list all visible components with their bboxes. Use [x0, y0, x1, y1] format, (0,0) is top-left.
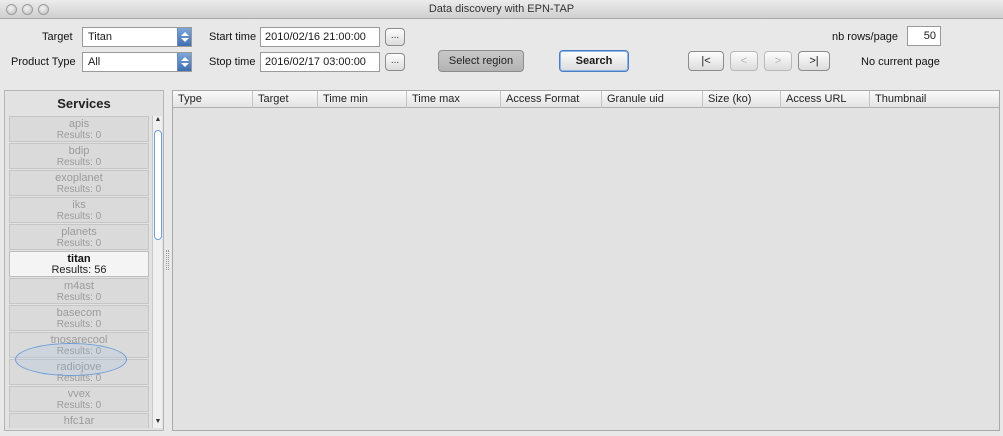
- selection-highlight: [15, 343, 127, 376]
- window-title: Data discovery with EPN-TAP: [428, 3, 575, 15]
- column-header-time-max[interactable]: Time max: [407, 91, 501, 108]
- service-name: basecom: [56, 307, 102, 319]
- services-header: Services: [57, 96, 111, 111]
- select-region-button[interactable]: Select region: [438, 50, 524, 72]
- product-type-select-value: All: [88, 56, 101, 68]
- service-item-exoplanet[interactable]: exoplanet Results: 0: [9, 170, 149, 196]
- service-results: Results: 0: [56, 319, 102, 330]
- scrollbar-thumb[interactable]: [154, 130, 162, 240]
- service-name: apis: [68, 118, 90, 130]
- service-item-apis[interactable]: apis Results: 0: [9, 116, 149, 142]
- next-page-button[interactable]: >: [764, 51, 792, 71]
- column-header-type[interactable]: Type: [173, 91, 253, 108]
- page-status: No current page: [861, 56, 940, 68]
- service-results: Results: 0: [56, 211, 102, 222]
- stop-time-field[interactable]: 2016/02/17 03:00:00: [260, 52, 380, 72]
- service-item-m4ast[interactable]: m4ast Results: 0: [9, 278, 149, 304]
- column-header-size[interactable]: Size (ko): [703, 91, 781, 108]
- service-name: m4ast: [64, 280, 94, 292]
- services-list: apis Results: 0 bdip Results: 0 exoplanet R…: [9, 116, 149, 428]
- scroll-down-icon[interactable]: ▼: [153, 418, 163, 428]
- product-type-label: Product Type: [11, 56, 76, 68]
- scroll-up-icon[interactable]: ▲: [153, 116, 163, 126]
- window-titlebar: Data discovery with EPN-TAP: [0, 0, 1003, 19]
- query-toolbar: Target Titan Product Type All Start time…: [0, 19, 1003, 83]
- target-select[interactable]: Titan: [82, 27, 192, 47]
- last-page-button[interactable]: >|: [798, 51, 830, 71]
- column-header-time-min[interactable]: Time min: [318, 91, 407, 108]
- service-results: Results: 0: [56, 130, 102, 141]
- service-item-hfc1ar[interactable]: hfc1ar: [9, 413, 149, 428]
- stop-time-picker-button[interactable]: ...: [385, 53, 405, 71]
- service-results: Results: 0: [56, 400, 102, 411]
- target-select-value: Titan: [88, 31, 113, 43]
- services-panel: Services apis Results: 0 bdip Results: 0 e…: [4, 90, 164, 431]
- service-results: Results: 0: [56, 238, 102, 249]
- service-name: vvex: [67, 388, 91, 400]
- table-header: Type Target Time min Time max Access For…: [173, 91, 999, 108]
- service-results: Results: 0: [56, 292, 102, 303]
- column-header-access-url[interactable]: Access URL: [781, 91, 870, 108]
- start-time-field[interactable]: 2010/02/16 21:00:00: [260, 27, 380, 47]
- chevron-updown-icon[interactable]: [177, 53, 191, 71]
- service-item-basecom[interactable]: basecom Results: 0: [9, 305, 149, 331]
- stop-time-label: Stop time: [209, 56, 256, 68]
- start-time-label: Start time: [209, 31, 257, 43]
- services-scrollbar[interactable]: ▲ ▼: [152, 116, 162, 428]
- target-label: Target: [42, 31, 73, 43]
- column-header-granule-uid[interactable]: Granule uid: [602, 91, 703, 108]
- column-header-target[interactable]: Target: [253, 91, 318, 108]
- service-item-vvex[interactable]: vvex Results: 0: [9, 386, 149, 412]
- first-page-button[interactable]: |<: [688, 51, 724, 71]
- prev-page-button[interactable]: <: [730, 51, 758, 71]
- service-item-titan[interactable]: titan Results: 56: [9, 251, 149, 277]
- split-pane-handle[interactable]: [166, 250, 169, 270]
- column-header-thumbnail[interactable]: Thumbnail: [870, 91, 999, 108]
- search-button[interactable]: Search: [559, 50, 629, 72]
- start-time-picker-button[interactable]: ...: [385, 28, 405, 46]
- service-name: hfc1ar: [63, 415, 95, 427]
- rows-per-page-label: nb rows/page: [832, 31, 899, 43]
- service-item-planets[interactable]: planets Results: 0: [9, 224, 149, 250]
- chevron-updown-icon[interactable]: [177, 28, 191, 46]
- service-results: Results: 56: [51, 264, 107, 276]
- service-results: Results: 0: [56, 157, 102, 168]
- service-name: exoplanet: [55, 172, 103, 184]
- service-name: planets: [61, 226, 97, 238]
- product-type-select[interactable]: All: [82, 52, 192, 72]
- service-name: iks: [72, 199, 86, 211]
- results-table: Type Target Time min Time max Access For…: [172, 90, 1000, 431]
- column-header-access-format[interactable]: Access Format: [501, 91, 602, 108]
- service-results: Results: 0: [56, 184, 102, 195]
- service-name: bdip: [68, 145, 90, 157]
- service-item-bdip[interactable]: bdip Results: 0: [9, 143, 149, 169]
- service-item-iks[interactable]: iks Results: 0: [9, 197, 149, 223]
- rows-per-page-field[interactable]: 50: [907, 26, 941, 46]
